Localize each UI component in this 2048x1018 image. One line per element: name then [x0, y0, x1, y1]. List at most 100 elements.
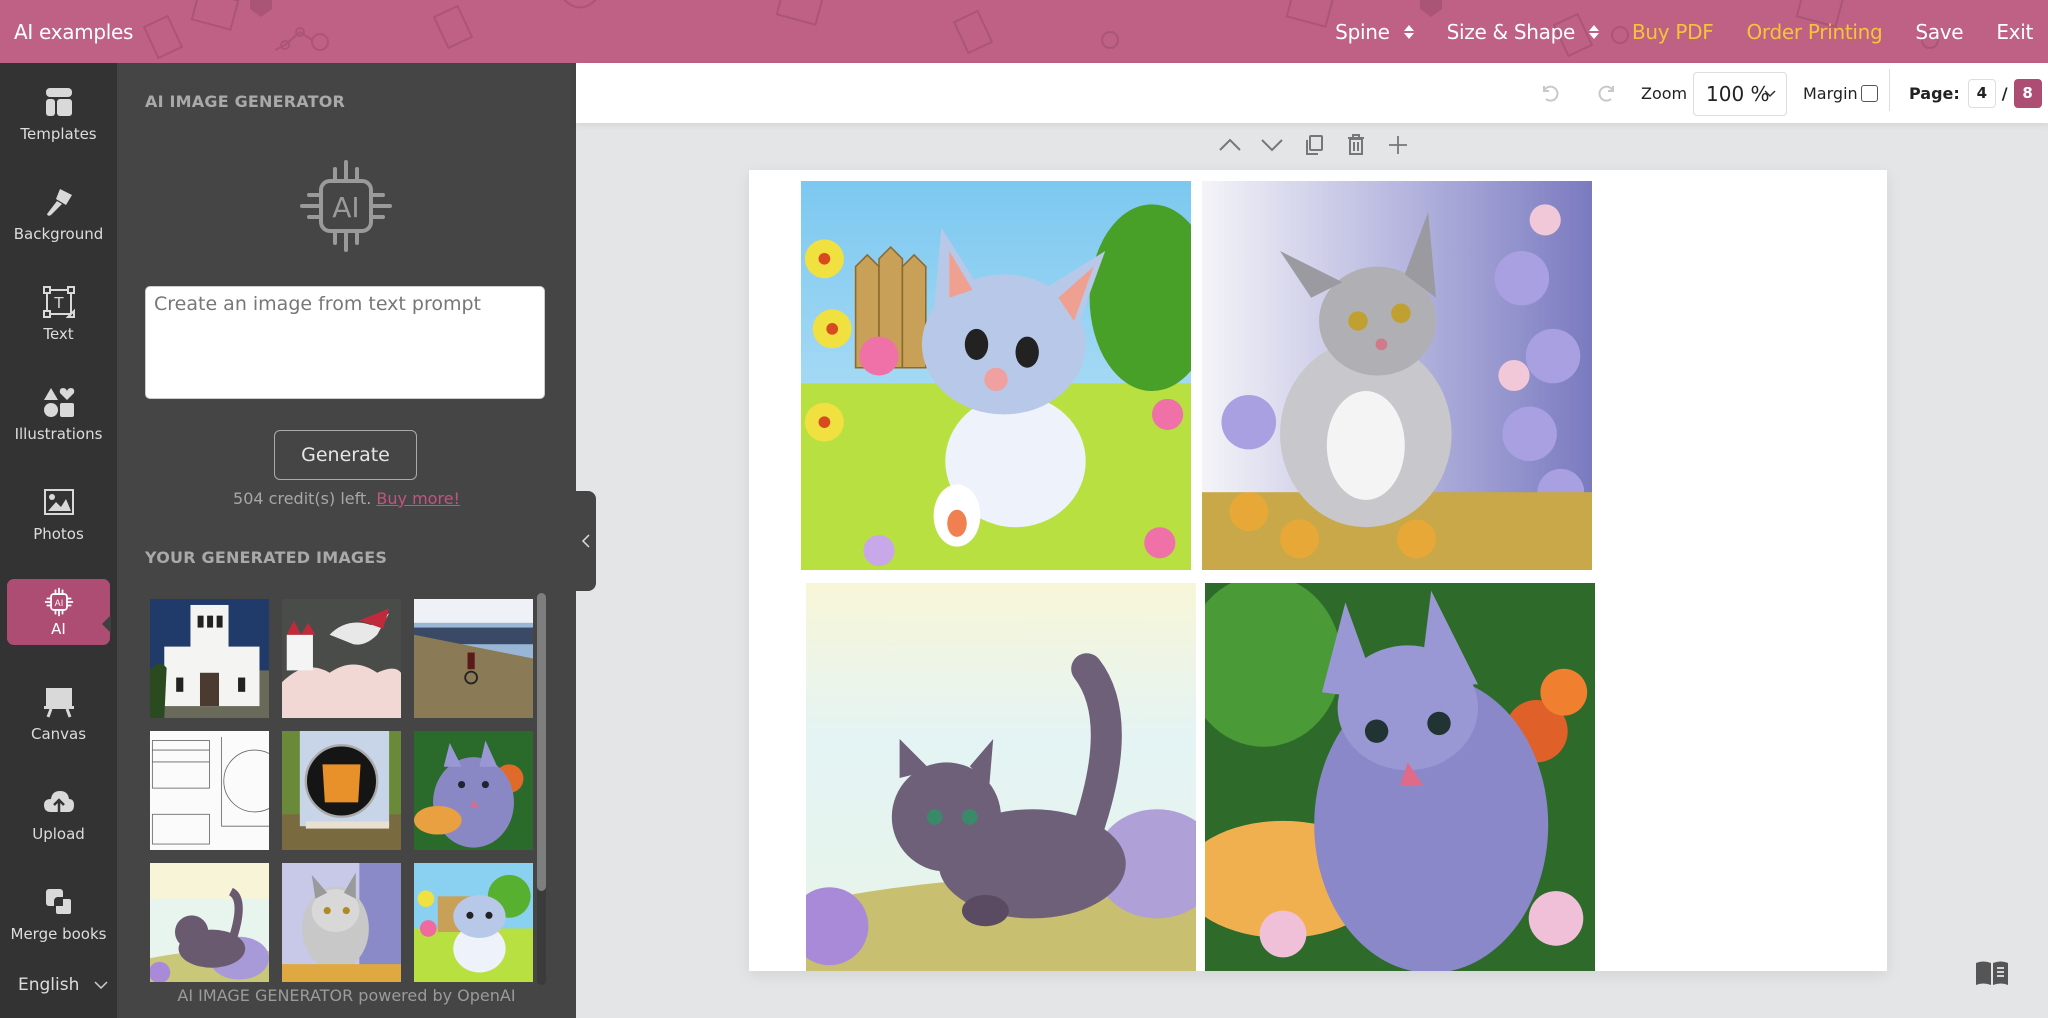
generated-thumb-church[interactable] — [150, 599, 269, 718]
easel-icon — [43, 688, 74, 718]
page-image-cartoon-kitten[interactable] — [801, 181, 1191, 570]
order-printing-link[interactable]: Order Printing — [1746, 20, 1882, 44]
chevron-left-icon — [581, 534, 590, 548]
page-label: Page: — [1909, 83, 1960, 103]
book-page — [749, 170, 1887, 971]
save-button[interactable]: Save — [1915, 20, 1963, 44]
templates-icon — [45, 88, 72, 116]
rail-item-label: Upload — [32, 825, 85, 843]
top-nav: Spine Size & Shape Buy PDF Order Printin… — [1335, 0, 2048, 63]
chevron-up-icon — [1219, 138, 1241, 151]
move-page-down-button[interactable] — [1260, 133, 1284, 157]
generated-thumb-cartoon-kitten[interactable] — [414, 863, 533, 982]
generated-thumb-kitten-licking[interactable] — [414, 731, 533, 850]
rail-item-label: Photos — [33, 525, 84, 543]
chevron-down-icon — [1261, 139, 1283, 152]
credits-info: 504 credit(s) left. Buy more! — [117, 489, 576, 508]
margin-label: Margin — [1803, 83, 1858, 103]
rail-item-label: Illustrations — [14, 425, 103, 443]
buy-pdf-link[interactable]: Buy PDF — [1632, 20, 1714, 44]
move-page-up-button[interactable] — [1218, 133, 1242, 157]
rail-item-label: Canvas — [30, 725, 87, 743]
zoom-select[interactable]: 100 % — [1693, 72, 1787, 116]
rail-item-label: AI — [51, 619, 66, 638]
spine-dropdown[interactable]: Spine — [1335, 19, 1414, 44]
rail-item-merge-books[interactable]: Merge books — [7, 871, 110, 957]
thumbs-scrollbar-thumb[interactable] — [537, 593, 546, 891]
trash-icon — [1348, 134, 1364, 155]
language-label: English — [18, 975, 80, 995]
svg-text:T: T — [53, 294, 64, 312]
rail-item-illustrations[interactable]: Illustrations — [7, 371, 110, 457]
generated-thumb-dragon-castle[interactable] — [282, 599, 401, 718]
generated-thumb-kitten-walking[interactable] — [150, 863, 269, 982]
ai-chip-icon: AI — [44, 587, 73, 616]
svg-text:AI: AI — [54, 598, 63, 608]
merge-icon — [45, 889, 73, 916]
rail-item-label: Merge books — [10, 925, 107, 943]
current-page-input[interactable]: 4 — [1967, 78, 1996, 108]
zoom-label: Zoom — [1641, 83, 1688, 103]
rail-item-background[interactable]: Background — [7, 171, 110, 257]
ai-generator-panel: AI IMAGE GENERATOR AI Generate 504 credi… — [117, 63, 576, 1018]
rail-item-photos[interactable]: Photos — [7, 471, 110, 557]
rail-item-label: Background — [13, 225, 104, 243]
top-bar: AI examples Spine Size & Shape Buy PDF O… — [0, 0, 2048, 63]
rail-item-canvas[interactable]: Canvas — [7, 671, 110, 757]
rail-item-label: Templates — [20, 125, 97, 143]
credits-text: 504 credit(s) left. — [233, 489, 372, 508]
generated-thumb-watercolor-kitten[interactable] — [282, 863, 401, 982]
duplicate-page-button[interactable] — [1302, 133, 1326, 157]
rail-item-text[interactable]: T Text — [7, 271, 110, 357]
plus-icon — [1389, 136, 1407, 154]
margin-control: Margin — [1803, 63, 1878, 123]
add-page-button[interactable] — [1386, 133, 1410, 157]
rail-item-templates[interactable]: Templates — [7, 71, 110, 157]
page-navigator: Page: 4 / 8 — [1909, 63, 2042, 123]
undo-icon — [1543, 85, 1559, 102]
rail-item-label: Text — [43, 325, 74, 343]
page-image-kitten-walking[interactable] — [806, 583, 1196, 971]
toolbar-divider — [1889, 69, 1890, 111]
shapes-icon — [43, 388, 74, 417]
margin-checkbox[interactable] — [1860, 84, 1878, 102]
generated-thumb-drawing[interactable] — [150, 731, 269, 850]
ai-chip-icon: AI — [300, 160, 392, 252]
generated-thumb-cyclist[interactable] — [414, 599, 533, 718]
buy-more-link[interactable]: Buy more! — [376, 489, 460, 508]
text-box-icon: T — [42, 286, 75, 318]
copy-icon — [1306, 135, 1323, 155]
zoom-value: 100 % — [1706, 82, 1770, 106]
left-rail: Templates Background T Text Illustration… — [0, 63, 117, 1018]
spine-label: Spine — [1335, 19, 1390, 44]
generated-images-heading: YOUR GENERATED IMAGES — [145, 548, 388, 567]
undo-button[interactable] — [1539, 63, 1561, 123]
chevron-down-icon — [1764, 90, 1776, 98]
total-pages-badge: 8 — [2013, 78, 2042, 108]
sort-updown-icon — [1589, 24, 1600, 39]
paintbrush-icon — [46, 189, 72, 216]
generate-button[interactable]: Generate — [274, 430, 417, 480]
generated-thumb-solar-oven[interactable] — [282, 731, 401, 850]
size-shape-dropdown[interactable]: Size & Shape — [1446, 19, 1600, 44]
svg-text:AI: AI — [332, 191, 359, 224]
page-tools — [1218, 130, 1410, 160]
redo-icon — [1598, 85, 1614, 102]
book-view-icon[interactable] — [1975, 960, 2009, 986]
rail-item-ai[interactable]: AI AI — [7, 579, 111, 645]
editor-toolbar: Zoom 100 % Margin Page: 4 / 8 — [576, 63, 2048, 123]
collapse-panel-button[interactable] — [576, 491, 596, 591]
prompt-input[interactable] — [145, 286, 545, 399]
delete-page-button[interactable] — [1344, 133, 1368, 157]
page-image-watercolor-kitten[interactable] — [1202, 181, 1592, 570]
page-image-kitten-licking[interactable] — [1205, 583, 1595, 971]
redo-button[interactable] — [1596, 63, 1618, 123]
language-select[interactable]: English — [18, 975, 108, 995]
chevron-down-icon — [94, 981, 108, 989]
generated-images-grid — [150, 599, 548, 984]
exit-button[interactable]: Exit — [1996, 20, 2033, 44]
app-title: AI examples — [14, 20, 134, 44]
rail-item-upload[interactable]: Upload — [7, 771, 110, 857]
panel-heading: AI IMAGE GENERATOR — [145, 92, 346, 111]
size-shape-label: Size & Shape — [1446, 19, 1576, 44]
